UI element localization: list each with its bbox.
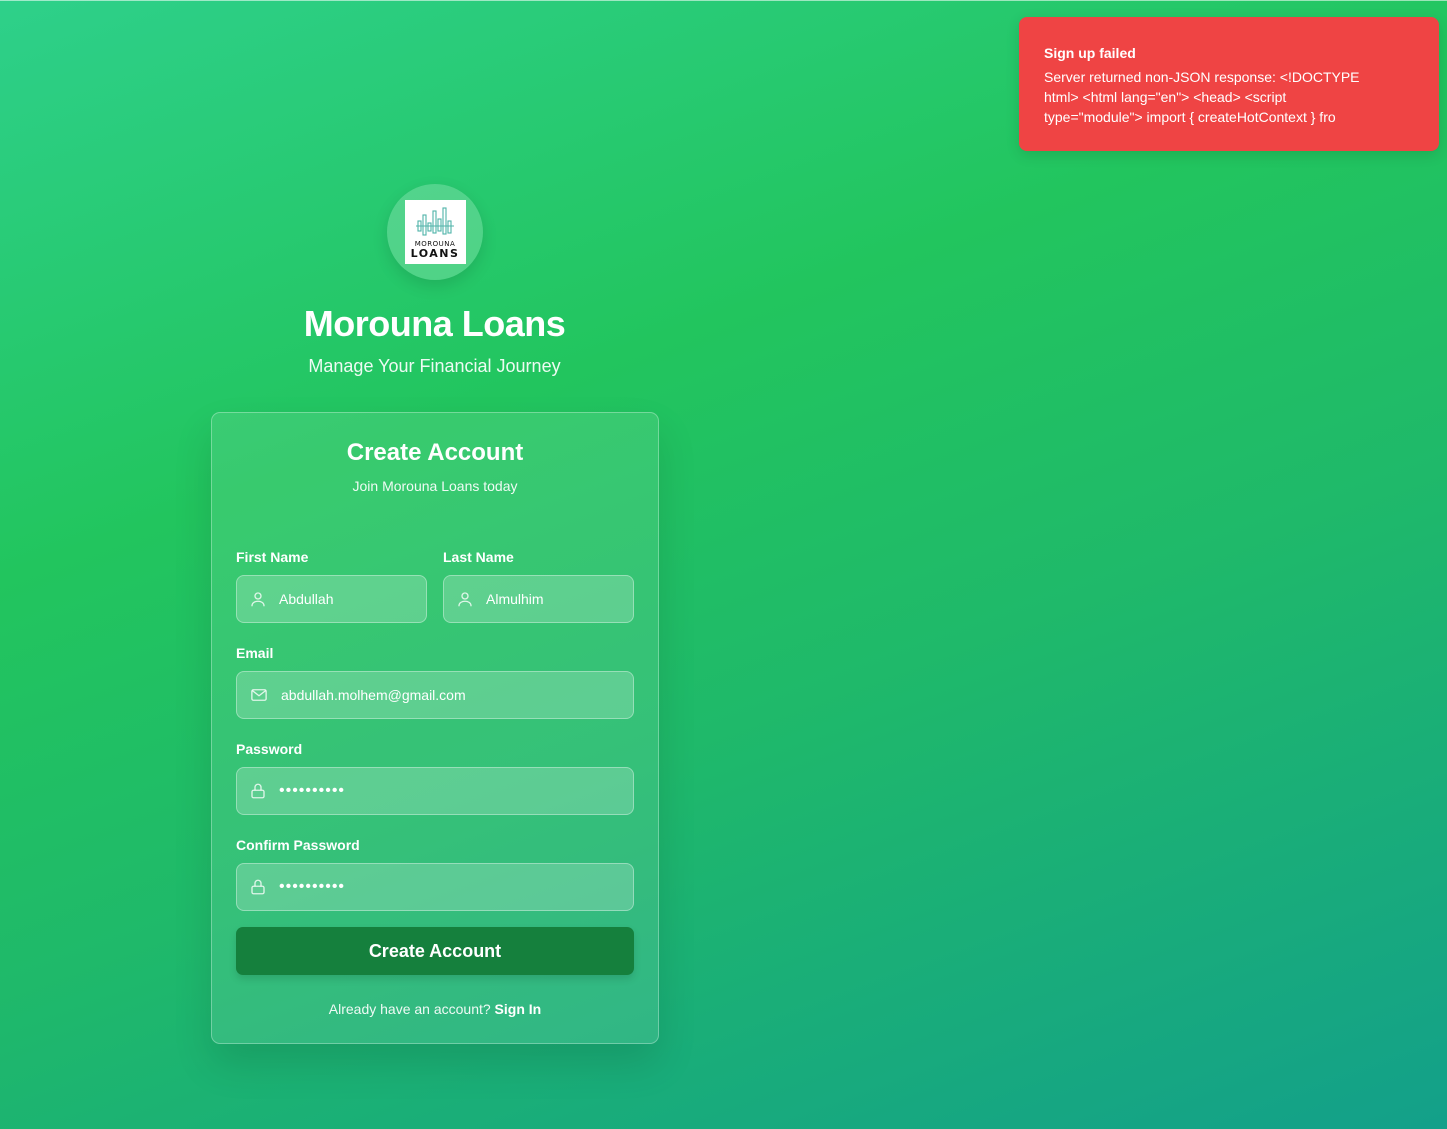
password-input[interactable]: [279, 782, 633, 800]
confirm-password-field[interactable]: [236, 863, 634, 911]
signin-prompt: Already have an account? Sign In: [212, 1000, 658, 1018]
top-border: [0, 0, 1447, 1]
first-name-field[interactable]: [236, 575, 427, 623]
brand-subtitle: Manage Your Financial Journey: [308, 356, 561, 376]
logo-badge: MOROUNA LOANS: [387, 184, 483, 280]
last-name-input[interactable]: [486, 591, 633, 607]
sign-in-link[interactable]: Sign In: [495, 1001, 542, 1017]
email-field[interactable]: [236, 671, 634, 719]
chart-bars-icon: [416, 207, 454, 236]
lock-icon: [249, 877, 267, 897]
signup-card: Create Account Join Morouna Loans today …: [211, 412, 659, 1044]
error-toast: Sign up failed Server returned non-JSON …: [1019, 17, 1439, 151]
toast-message: Server returned non-JSON response: <!DOC…: [1044, 69, 1360, 125]
card-title: Create Account: [346, 439, 524, 466]
lock-icon: [249, 781, 267, 801]
card-subtitle: Join Morouna Loans today: [352, 478, 518, 494]
user-icon: [456, 589, 474, 609]
user-icon: [249, 589, 267, 609]
last-name-label: Last Name: [443, 549, 514, 565]
confirm-password-input[interactable]: [279, 878, 633, 896]
first-name-label: First Name: [236, 549, 309, 565]
toast-title: Sign up failed: [1044, 45, 1136, 61]
confirm-password-label: Confirm Password: [236, 837, 360, 853]
last-name-field[interactable]: [443, 575, 634, 623]
create-account-button[interactable]: Create Account: [236, 927, 634, 975]
mail-icon: [249, 685, 269, 705]
email-label: Email: [236, 645, 274, 661]
password-label: Password: [236, 741, 303, 757]
signin-prompt-text: Already have an account?: [328, 1001, 491, 1017]
logo-text-bottom: LOANS: [410, 247, 460, 260]
first-name-input[interactable]: [279, 591, 426, 607]
logo: MOROUNA LOANS: [404, 200, 466, 264]
brand-title: Morouna Loans: [303, 303, 566, 344]
email-input[interactable]: [281, 687, 633, 703]
password-field[interactable]: [236, 767, 634, 815]
